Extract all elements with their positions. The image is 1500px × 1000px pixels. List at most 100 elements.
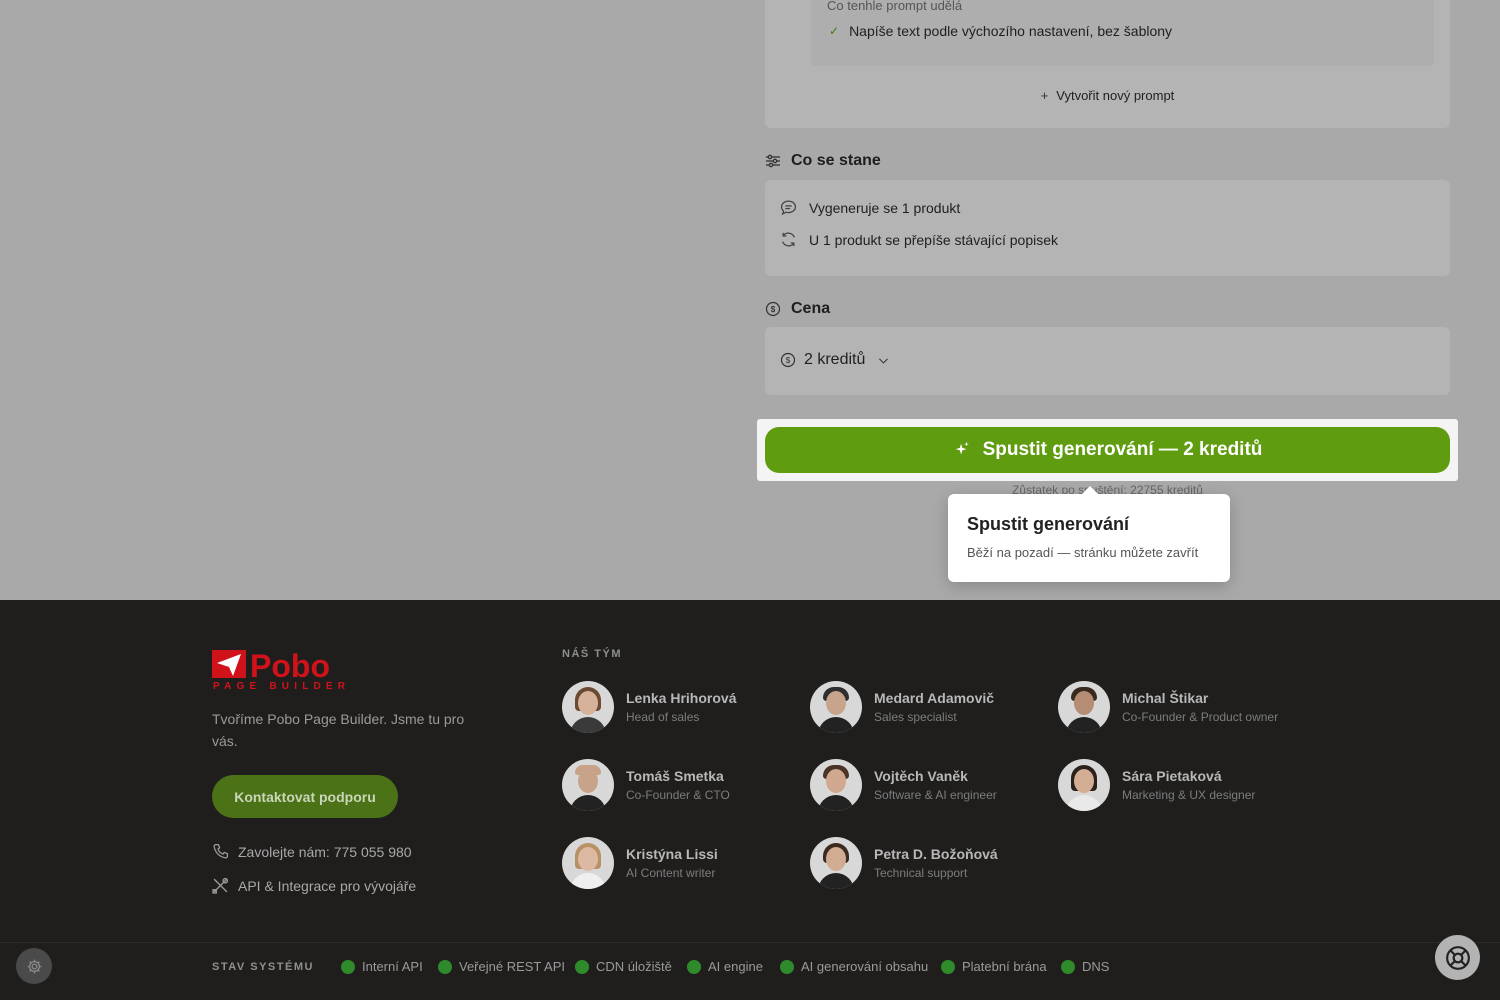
phone-icon	[213, 843, 229, 859]
what-happens-heading: Co se stane	[765, 152, 881, 170]
team-member: Sára Pietaková Marketing & UX designer	[1058, 759, 1255, 811]
run-generation-button[interactable]: Spustit generování — 2 kreditů	[765, 427, 1450, 473]
status-text: Platební brána	[962, 959, 1047, 974]
logo-subtext: PAGE BUILDER	[213, 681, 350, 692]
refresh-icon	[782, 232, 795, 247]
team-member: Lenka Hrihorová Head of sales	[562, 681, 736, 733]
contact-support-button[interactable]: Kontaktovat podporu	[212, 775, 398, 818]
pobo-logo-icon: Pobo PAGE BUILDER	[212, 648, 350, 692]
tools-icon	[212, 877, 229, 894]
status-item: AI engine	[687, 959, 763, 974]
status-text: Veřejné REST API	[459, 959, 565, 974]
avatar	[810, 837, 862, 889]
price-heading: $ Cena	[765, 300, 830, 318]
coin-icon: $	[765, 301, 781, 317]
status-dot	[1061, 959, 1075, 974]
avatar	[1058, 681, 1110, 733]
member-role: Sales specialist	[874, 710, 957, 724]
svg-text:$: $	[786, 356, 791, 365]
member-name: Kristýna Lissi	[626, 846, 718, 862]
avatar	[562, 681, 614, 733]
member-name: Medard Adamovič	[874, 690, 995, 706]
footer-tagline: Tvoříme Pobo Page Builder. Jsme tu pro v…	[212, 711, 465, 749]
settings-button[interactable]	[16, 948, 52, 984]
member-name: Tomáš Smetka	[626, 768, 724, 784]
sliders-icon	[766, 154, 780, 168]
what-happens-title: Co se stane	[791, 152, 881, 169]
avatar	[562, 759, 614, 811]
status-text: Interní API	[362, 959, 423, 974]
team-heading: NÁŠ TÝM	[562, 648, 622, 660]
member-role: Co-Founder & Product owner	[1122, 710, 1279, 724]
avatar	[810, 681, 862, 733]
team-member: Tomáš Smetka Co-Founder & CTO	[562, 759, 730, 811]
prompt-summary-item: ✓ Napíše text podle výchozího nastavení,…	[829, 23, 1172, 39]
phone-link[interactable]: Zavolejte nám: 775 055 980	[212, 843, 412, 860]
team-member: Vojtěch Vaněk Software & AI engineer	[810, 759, 997, 811]
team-member: Petra D. Božoňová Technical support	[810, 837, 998, 889]
tooltip-subtitle: Běží na pozadí — stránku můžete zavřít	[967, 545, 1199, 560]
coin-icon: $	[780, 352, 796, 368]
status-text: DNS	[1082, 959, 1110, 974]
team-member: Medard Adamovič Sales specialist	[810, 681, 994, 733]
status-dot	[575, 959, 589, 974]
help-button[interactable]	[1435, 935, 1480, 980]
what-happens-row-text: U 1 produkt se přepíše stávající popisek	[809, 231, 1059, 248]
team-member: Michal Štikar Co-Founder & Product owner	[1058, 681, 1278, 733]
status-item: AI generování obsahu	[780, 959, 928, 974]
status-item: CDN úložiště	[575, 959, 672, 974]
status-dot	[780, 959, 794, 974]
status-dot	[941, 959, 955, 974]
status-item: Veřejné REST API	[438, 959, 565, 974]
check-icon: ✓	[829, 24, 840, 38]
svg-text:$: $	[771, 305, 776, 314]
chevron-down-icon	[879, 358, 889, 364]
member-role: Marketing & UX designer	[1122, 788, 1256, 802]
team-member: Kristýna Lissi AI Content writer	[562, 837, 718, 889]
api-link[interactable]: API & Integrace pro vývojáře	[212, 877, 416, 894]
member-name: Michal Štikar	[1122, 690, 1209, 706]
pobo-logo[interactable]: Pobo PAGE BUILDER	[212, 648, 364, 692]
status-item: DNS	[1061, 959, 1109, 974]
footer-divider	[0, 942, 1500, 943]
status-text: AI engine	[708, 959, 763, 974]
price-select[interactable]: $ 2 kreditů	[780, 351, 890, 369]
phone-text: Zavolejte nám: 775 055 980	[238, 843, 412, 860]
avatar	[1058, 759, 1110, 811]
plus-icon: +	[1040, 88, 1049, 103]
logo-text: Pobo	[250, 648, 330, 684]
sparkle-icon	[955, 441, 969, 455]
member-name: Lenka Hrihorová	[626, 690, 737, 706]
status-item: Platební brána	[941, 959, 1047, 974]
new-prompt-label: Vytvořit nový prompt	[1056, 88, 1175, 103]
new-prompt-button[interactable]: + Vytvořit nový prompt	[765, 88, 1450, 103]
member-role: AI Content writer	[626, 866, 716, 880]
member-name: Sára Pietaková	[1122, 768, 1222, 784]
price-card: $ 2 kreditů	[765, 327, 1450, 395]
run-generation-label: Spustit generování — 2 kreditů	[982, 439, 1263, 460]
prompt-summary-title: Co tenhle prompt udělá	[827, 0, 963, 13]
status-item: Interní API	[341, 959, 423, 974]
prompt-summary-box: Co tenhle prompt udělá ✓ Napíše text pod…	[811, 0, 1434, 66]
tooltip-title: Spustit generování	[967, 514, 1130, 534]
member-name: Petra D. Božoňová	[874, 846, 998, 862]
member-role: Technical support	[874, 866, 968, 880]
status-text: CDN úložiště	[596, 959, 672, 974]
member-role: Head of sales	[626, 710, 700, 724]
avatar	[810, 759, 862, 811]
message-icon	[780, 200, 797, 216]
gear-icon	[27, 959, 41, 973]
what-happens-card: Vygeneruje se 1 produkt U 1 produkt se p…	[765, 180, 1450, 276]
onboarding-tooltip: Spustit generování Běží na pozadí — strá…	[948, 486, 1230, 582]
status-dot	[687, 959, 701, 974]
prompt-card: Co tenhle prompt udělá ✓ Napíše text pod…	[765, 0, 1450, 128]
page-content: Co tenhle prompt udělá ✓ Napíše text pod…	[0, 0, 1500, 600]
prompt-summary-item-text: Napíše text podle výchozího nastavení, b…	[849, 23, 1173, 39]
member-role: Co-Founder & CTO	[626, 788, 730, 802]
status-dot	[438, 959, 452, 974]
avatar	[562, 837, 614, 889]
what-happens-row-text: Vygeneruje se 1 produkt	[809, 199, 961, 216]
what-happens-row: Vygeneruje se 1 produkt	[780, 199, 960, 216]
what-happens-row: U 1 produkt se přepíše stávající popisek	[780, 231, 1058, 248]
lifebuoy-icon	[1445, 945, 1470, 970]
